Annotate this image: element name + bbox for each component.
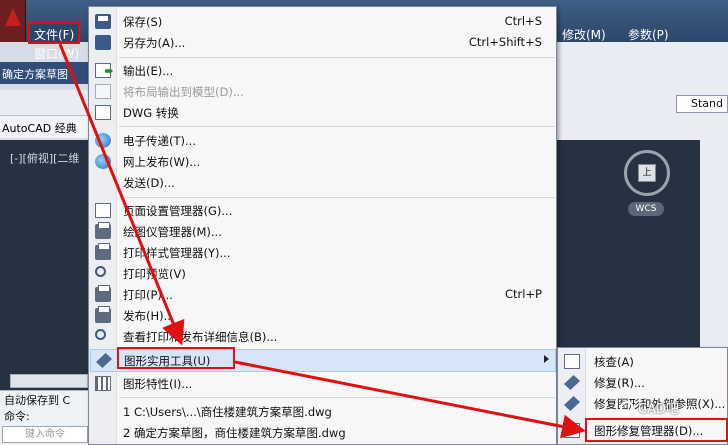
menu-item-save[interactable]: 保存(S) Ctrl+S: [90, 11, 556, 32]
publish-web-icon: [95, 154, 111, 169]
menu-separator: [119, 57, 555, 58]
menu-item-label: 打印预览(V): [123, 267, 186, 281]
menu-window[interactable]: 窗口(W): [34, 45, 79, 62]
menu-item-shortcut: Ctrl+Shift+S: [468, 35, 542, 49]
publish-icon: [95, 306, 111, 323]
menu-item-export-layout-to-model: 将布局输出到模型(D)...: [90, 81, 556, 102]
recover-xref-icon: [564, 396, 580, 411]
menu-modify[interactable]: 修改(M): [562, 26, 606, 43]
plot-style-icon: [95, 243, 111, 260]
command-history-line: 自动保存到 C: [4, 394, 71, 407]
menu-item-drawing-properties[interactable]: 图形特性(I)...: [90, 373, 556, 394]
menu-item-label: 1 C:\Users\...\商住楼建筑方案草图.dwg: [123, 405, 332, 419]
wechat-icon: [620, 401, 634, 415]
viewport-controls[interactable]: [-][俯视][二维: [10, 150, 79, 166]
plotter-manager-icon: [95, 222, 111, 239]
menu-item-label: 输出(E)...: [123, 64, 174, 78]
tab-document[interactable]: 确定方案草图: [2, 66, 68, 82]
menu-item-save-as[interactable]: 另存为(A)... Ctrl+Shift+S: [90, 32, 556, 53]
recent-file-1[interactable]: 1 C:\Users\...\商住楼建筑方案草图.dwg: [90, 401, 556, 422]
text-style-dropdown[interactable]: Stand: [676, 95, 728, 113]
send-icon: [95, 175, 111, 190]
layout-export-icon: [95, 84, 111, 99]
submenu-arrow-icon: [544, 355, 549, 363]
viewcube-top-face[interactable]: 上: [638, 164, 656, 182]
drawing-properties-icon: [95, 376, 111, 391]
menu-item-label: 另存为(A)...: [123, 36, 186, 50]
standard-toolbar: [0, 90, 90, 116]
save-icon: [95, 14, 111, 29]
menu-item-label: 发布(H)...: [123, 309, 175, 323]
menu-item-label: 核查(A): [594, 355, 634, 369]
menu-item-label: 打印样式管理器(Y)...: [123, 246, 231, 260]
print-icon: [95, 285, 111, 302]
watermark-text: CAD吧: [638, 402, 679, 417]
menu-item-label: 页面设置管理器(G)...: [123, 204, 233, 218]
page-setup-icon: [95, 203, 111, 218]
menu-item-shortcut: Ctrl+P: [504, 287, 542, 301]
menu-item-publish-web[interactable]: 网上发布(W)...: [90, 151, 556, 172]
file-menu-dropdown: 保存(S) Ctrl+S 另存为(A)... Ctrl+Shift+S 输出(E…: [88, 6, 557, 445]
menu-item-print[interactable]: 打印(P)... Ctrl+P: [90, 284, 556, 305]
recover-icon: [564, 375, 580, 390]
menu-item-publish[interactable]: 发布(H)...: [90, 305, 556, 326]
menu-item-plot-details[interactable]: 查看打印和发布详细信息(B)...: [90, 326, 556, 347]
menu-item-label: 打印(P)...: [123, 288, 173, 302]
menu-separator: [119, 397, 555, 398]
plot-preview-icon: [95, 266, 106, 277]
menu-separator: [119, 126, 555, 127]
menu-item-label: 发送(D)...: [123, 176, 175, 190]
menu-item-label: DWG 转换: [123, 106, 179, 120]
menu-item-plotter-manager[interactable]: 绘图仪管理器(M)...: [90, 221, 556, 242]
autocad-logo-icon: [5, 8, 21, 26]
menu-item-dwg-convert[interactable]: DWG 转换: [90, 102, 556, 123]
menu-item-label: 图形特性(I)...: [123, 377, 193, 391]
recent-file-2[interactable]: 2 确定方案草图，商住楼建筑方案草图.dwg: [90, 422, 556, 443]
submenu-item-recover[interactable]: 修复(R)...: [559, 372, 727, 393]
command-prompt: 命令:: [4, 410, 30, 423]
menu-item-label: 修复(R)...: [594, 376, 645, 390]
application-menu-button[interactable]: [0, 0, 26, 42]
menu-item-label: 电子传递(T)...: [123, 134, 196, 148]
menu-item-send[interactable]: 发送(D)...: [90, 172, 556, 193]
menu-item-plot-style-manager[interactable]: 打印样式管理器(Y)...: [90, 242, 556, 263]
menu-item-export[interactable]: 输出(E)...: [90, 60, 556, 81]
menu-item-plot-preview[interactable]: 打印预览(V): [90, 263, 556, 284]
submenu-item-audit[interactable]: 核查(A): [559, 351, 727, 372]
plot-details-icon: [95, 329, 106, 340]
wcs-menu[interactable]: WCS: [628, 202, 664, 216]
drawing-utilities-highlight: [117, 347, 235, 369]
workspace-selector[interactable]: AutoCAD 经典: [2, 120, 77, 136]
menu-item-label: 查看打印和发布详细信息(B)...: [123, 330, 278, 344]
menu-item-page-setup[interactable]: 页面设置管理器(G)...: [90, 200, 556, 221]
recovery-manager-icon: [564, 423, 580, 438]
command-input[interactable]: 键入命令: [2, 426, 88, 443]
menu-item-label: 保存(S): [123, 15, 163, 29]
watermark: CAD吧: [620, 398, 679, 417]
right-toolbars: [556, 42, 728, 140]
menu-item-label: 2 确定方案草图，商住楼建筑方案草图.dwg: [123, 426, 346, 440]
viewcube[interactable]: 上: [624, 150, 670, 196]
layout-tab-navigation[interactable]: [10, 374, 88, 388]
menu-item-label: 绘图仪管理器(M)...: [123, 225, 222, 239]
drawing-utilities-icon: [96, 353, 112, 368]
export-icon: [95, 63, 111, 78]
save-as-icon: [95, 35, 111, 50]
audit-icon: [564, 354, 580, 369]
menu-file[interactable]: 文件(F): [34, 26, 74, 43]
menu-parameters[interactable]: 参数(P): [628, 26, 669, 43]
menu-item-label: 网上发布(W)...: [123, 155, 201, 169]
menu-separator: [119, 197, 555, 198]
dwg-convert-icon: [95, 105, 111, 120]
recovery-manager-highlight: [585, 418, 728, 442]
menu-item-etransmit[interactable]: 电子传递(T)...: [90, 130, 556, 151]
menu-item-label: 将布局输出到模型(D)...: [123, 85, 244, 99]
menu-item-shortcut: Ctrl+S: [504, 14, 542, 28]
etransmit-icon: [95, 133, 111, 148]
